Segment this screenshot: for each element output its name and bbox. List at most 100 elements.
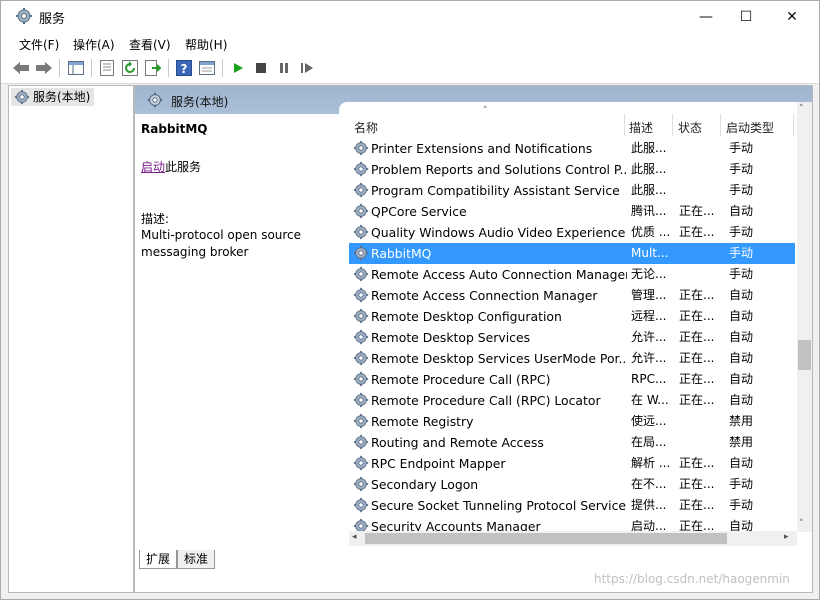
back-icon[interactable] bbox=[12, 59, 30, 77]
pause-service-icon[interactable] bbox=[275, 59, 293, 77]
service-name: Program Compatibility Assistant Service bbox=[371, 183, 620, 198]
menu-action[interactable]: 操作(A) bbox=[73, 36, 115, 53]
tree-item-services-local[interactable]: 服务(本地) bbox=[11, 88, 95, 106]
horizontal-scrollbar[interactable]: ◂ ▸ bbox=[349, 531, 797, 546]
service-row[interactable]: Remote Access Connection Manager 管理... 正在.… bbox=[349, 285, 795, 306]
service-startup-type: 自动 bbox=[729, 351, 754, 365]
tab-extended[interactable]: 扩展 bbox=[139, 550, 178, 569]
service-description: RPC... bbox=[631, 372, 667, 386]
view-tabs: 扩展 标准 bbox=[135, 550, 812, 572]
start-service-icon[interactable] bbox=[229, 59, 247, 77]
close-button[interactable]: ✕ bbox=[769, 1, 815, 32]
services-pane: 服务(本地) RabbitMQ 启动此服务 描述: Multi-protocol… bbox=[134, 85, 813, 593]
column-header-name[interactable]: 名称 bbox=[354, 119, 378, 136]
service-description: 此服... bbox=[631, 162, 667, 176]
menu-help[interactable]: 帮助(H) bbox=[185, 36, 227, 53]
service-name: QPCore Service bbox=[371, 204, 467, 219]
svg-text:?: ? bbox=[181, 62, 188, 76]
scroll-right-icon[interactable]: ▸ bbox=[784, 532, 789, 542]
service-name: Quality Windows Audio Video Experience bbox=[371, 225, 626, 240]
service-status: 正在... bbox=[679, 393, 715, 407]
service-description: 解析 ... bbox=[631, 456, 671, 470]
service-row[interactable]: RPC Endpoint Mapper 解析 ... 正在... 自动 bbox=[349, 453, 795, 474]
stop-service-icon[interactable] bbox=[252, 59, 270, 77]
service-description: 允许... bbox=[631, 351, 667, 365]
service-description: 允许... bbox=[631, 330, 667, 344]
forward-icon[interactable] bbox=[35, 59, 53, 77]
service-row[interactable]: Printer Extensions and Notifications 此服..… bbox=[349, 138, 795, 159]
service-startup-type: 自动 bbox=[729, 372, 754, 386]
service-name: Remote Procedure Call (RPC) Locator bbox=[371, 393, 601, 408]
horizontal-scroll-thumb[interactable] bbox=[365, 533, 727, 544]
service-row[interactable]: RabbitMQ Mult... 手动 bbox=[349, 243, 795, 264]
scroll-up-icon[interactable]: ˄ bbox=[799, 104, 804, 114]
service-description: 在 W... bbox=[631, 393, 669, 407]
service-row[interactable]: Problem Reports and Solutions Control P.… bbox=[349, 159, 795, 180]
show-hide-tree-icon[interactable] bbox=[67, 59, 85, 77]
service-name: Problem Reports and Solutions Control P.… bbox=[371, 162, 627, 177]
services-list: ˄ 名称 描述 状态 启动类型 Printer Extensions and N… bbox=[339, 102, 812, 578]
title-bar[interactable]: 服务 — ☐ ✕ bbox=[1, 1, 819, 32]
service-row[interactable]: Remote Procedure Call (RPC) Locator 在 W..… bbox=[349, 390, 795, 411]
service-startup-type: 自动 bbox=[729, 288, 754, 302]
help-icon[interactable]: ? bbox=[175, 59, 193, 77]
column-header-startup-type[interactable]: 启动类型 bbox=[726, 119, 774, 136]
service-row[interactable]: Routing and Remote Access 在局... 禁用 bbox=[349, 432, 795, 453]
service-description: 优质 ... bbox=[631, 225, 671, 239]
maximize-button[interactable]: ☐ bbox=[723, 1, 769, 32]
service-startup-type: 禁用 bbox=[729, 435, 754, 449]
service-name: RabbitMQ bbox=[371, 246, 432, 261]
service-description: Mult... bbox=[631, 246, 669, 260]
properties-icon[interactable] bbox=[98, 59, 116, 77]
toolbar: ? bbox=[1, 54, 819, 84]
service-startup-type: 自动 bbox=[729, 309, 754, 323]
export-list-icon[interactable] bbox=[144, 59, 162, 77]
service-row[interactable]: Remote Registry 使远... 禁用 bbox=[349, 411, 795, 432]
sort-ascending-icon: ˄ bbox=[483, 106, 488, 116]
service-row[interactable]: Secondary Logon 在不... 正在... 手动 bbox=[349, 474, 795, 495]
service-description: 在局... bbox=[631, 435, 667, 449]
service-description: 远程... bbox=[631, 309, 667, 323]
service-row[interactable]: Remote Desktop Services UserMode Por... 允… bbox=[349, 348, 795, 369]
tab-standard[interactable]: 标准 bbox=[177, 550, 216, 569]
service-status: 正在... bbox=[679, 351, 715, 365]
vertical-scroll-thumb[interactable] bbox=[798, 340, 811, 370]
service-status: 正在... bbox=[679, 372, 715, 386]
service-description: 在不... bbox=[631, 477, 667, 491]
service-description: 使远... bbox=[631, 414, 667, 428]
service-row[interactable]: QPCore Service 腾讯... 正在... 自动 bbox=[349, 201, 795, 222]
service-name: Remote Access Connection Manager bbox=[371, 288, 598, 303]
service-description: 此服... bbox=[631, 183, 667, 197]
restart-service-icon[interactable] bbox=[298, 59, 316, 77]
service-status: 正在... bbox=[679, 330, 715, 344]
scroll-down-icon[interactable]: ˅ bbox=[799, 519, 804, 529]
console-tree-pane: 服务(本地) bbox=[8, 85, 134, 593]
service-action: 启动此服务 bbox=[141, 158, 201, 175]
services-gear-icon bbox=[14, 89, 30, 110]
service-row[interactable]: Secure Socket Tunneling Protocol Service… bbox=[349, 495, 795, 516]
selected-service-name: RabbitMQ bbox=[141, 122, 208, 136]
menu-view[interactable]: 查看(V) bbox=[129, 36, 171, 53]
service-status: 正在... bbox=[679, 309, 715, 323]
menu-file[interactable]: 文件(F) bbox=[19, 36, 59, 53]
column-header-status[interactable]: 状态 bbox=[678, 119, 702, 136]
column-header-description[interactable]: 描述 bbox=[629, 119, 653, 136]
service-description: 管理... bbox=[631, 288, 667, 302]
scroll-left-icon[interactable]: ◂ bbox=[352, 532, 357, 542]
vertical-scrollbar[interactable]: ˄ ˅ bbox=[797, 102, 812, 532]
start-service-link[interactable]: 启动 bbox=[141, 160, 165, 174]
service-row[interactable]: Remote Procedure Call (RPC) RPC... 正在... 自动 bbox=[349, 369, 795, 390]
service-row[interactable]: Program Compatibility Assistant Service 此… bbox=[349, 180, 795, 201]
refresh-icon[interactable] bbox=[121, 59, 139, 77]
service-row[interactable]: Remote Access Auto Connection Manager 无论.… bbox=[349, 264, 795, 285]
service-name: RPC Endpoint Mapper bbox=[371, 456, 506, 471]
service-row[interactable]: Remote Desktop Services 允许... 正在... 自动 bbox=[349, 327, 795, 348]
console-icon[interactable] bbox=[198, 59, 216, 77]
service-row[interactable]: Remote Desktop Configuration 远程... 正在... 自动 bbox=[349, 306, 795, 327]
service-detail-panel: RabbitMQ 启动此服务 描述: Multi-protocol open s… bbox=[141, 122, 337, 259]
watermark: https://blog.csdn.net/haogenmin bbox=[594, 572, 790, 586]
service-name: Remote Procedure Call (RPC) bbox=[371, 372, 551, 387]
service-startup-type: 自动 bbox=[729, 204, 754, 218]
service-startup-type: 手动 bbox=[729, 183, 754, 197]
service-row[interactable]: Quality Windows Audio Video Experience 优质… bbox=[349, 222, 795, 243]
